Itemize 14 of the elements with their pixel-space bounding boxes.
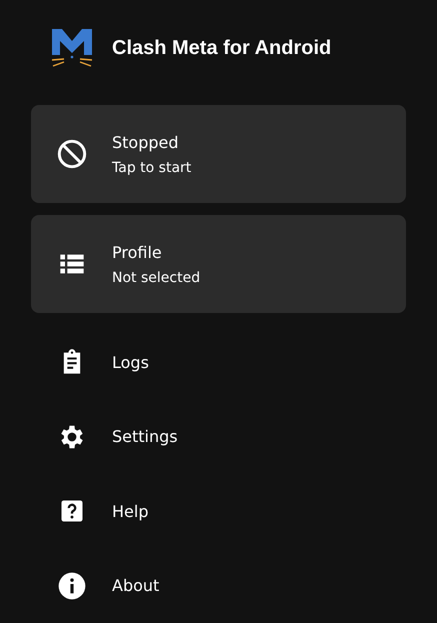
status-card[interactable]: Stopped Tap to start xyxy=(31,105,406,203)
menu-item[interactable]: Help xyxy=(112,502,148,521)
menu-item[interactable]: Logs xyxy=(112,352,149,372)
status-card[interactable]: Profile Not selected xyxy=(31,215,406,313)
stop-icon xyxy=(56,138,88,170)
card-title: Stopped xyxy=(112,132,180,152)
card-subtitle: Tap to start xyxy=(112,160,192,176)
card-title: Profile xyxy=(112,242,163,262)
menu-item[interactable]: Settings xyxy=(112,427,178,446)
cat-logo-icon xyxy=(50,27,94,69)
app-title: Clash Meta for Android xyxy=(112,36,332,60)
info-icon xyxy=(56,570,88,602)
menu-item[interactable]: About xyxy=(112,576,160,596)
card-subtitle: Not selected xyxy=(112,270,200,286)
